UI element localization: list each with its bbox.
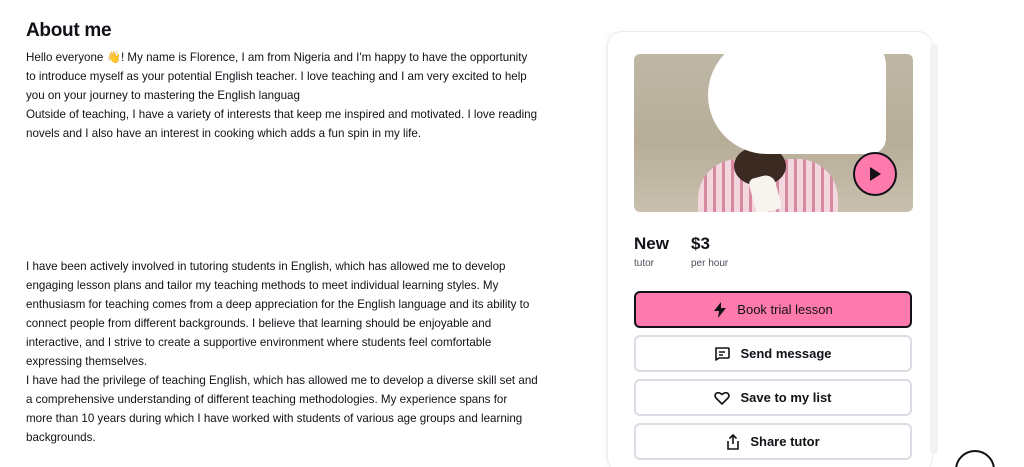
- about-intro-text: Hello everyone 👋! My name is Florence, I…: [26, 48, 596, 143]
- text-line: you on your journey to mastering the Eng…: [26, 89, 300, 102]
- lightning-icon: [714, 301, 727, 318]
- text-line: a comprehensive understanding of differe…: [26, 393, 508, 406]
- text-line: more than 10 years during which I have w…: [26, 412, 523, 425]
- rating-stat: New tutor: [634, 233, 669, 271]
- text-line: I have had the privilege of teaching Eng…: [26, 374, 538, 387]
- send-message-button[interactable]: Send message: [634, 335, 912, 372]
- heart-icon: [714, 391, 731, 405]
- about-experience-section: I have been actively involved in tutorin…: [26, 257, 601, 447]
- text-line: expressing themselves.: [26, 355, 148, 368]
- share-tutor-label: Share tutor: [750, 434, 820, 449]
- about-me-section: About me Hello everyone 👋! My name is Fl…: [26, 20, 596, 143]
- about-me-heading: About me: [26, 20, 112, 41]
- share-tutor-button[interactable]: Share tutor: [634, 423, 912, 460]
- save-to-list-button[interactable]: Save to my list: [634, 379, 912, 416]
- about-experience-text: I have been actively involved in tutorin…: [26, 257, 601, 447]
- rating-label: tutor: [634, 258, 655, 269]
- text-line: enthusiasm for teaching comes from a dee…: [26, 298, 530, 311]
- play-icon: [870, 167, 881, 181]
- book-trial-lesson-label: Book trial lesson: [737, 302, 833, 317]
- text-line: interactive, and I strive to create a su…: [26, 336, 492, 349]
- redacted-area: [708, 36, 886, 154]
- tutor-profile-page: About me Hello everyone 👋! My name is Fl…: [0, 0, 1024, 467]
- text-line: to introduce myself as your potential En…: [26, 70, 527, 83]
- page-scrollbar[interactable]: [930, 44, 938, 454]
- text-line: Outside of teaching, I have a variety of…: [26, 108, 538, 121]
- send-message-label: Send message: [740, 346, 832, 361]
- price-stat: $3 per hour: [691, 233, 728, 271]
- price-value: $3: [691, 234, 710, 253]
- book-trial-lesson-button[interactable]: Book trial lesson: [634, 291, 912, 328]
- text-line: Hello everyone 👋! My name is Florence, I…: [26, 51, 528, 64]
- share-icon: [727, 433, 740, 450]
- text-line: novels and I also have an interest in co…: [26, 127, 422, 140]
- price-label: per hour: [691, 258, 729, 269]
- message-icon: [715, 346, 731, 361]
- save-to-list-label: Save to my list: [740, 390, 832, 405]
- text-line: connect people from different background…: [26, 317, 492, 330]
- play-video-button[interactable]: [853, 152, 897, 196]
- text-line: I have been actively involved in tutorin…: [26, 260, 506, 273]
- chat-widget-button[interactable]: [955, 450, 995, 467]
- text-line: engaging lesson plans and tailor my teac…: [26, 279, 499, 292]
- text-line: backgrounds.: [26, 431, 96, 444]
- rating-value: New: [634, 234, 669, 253]
